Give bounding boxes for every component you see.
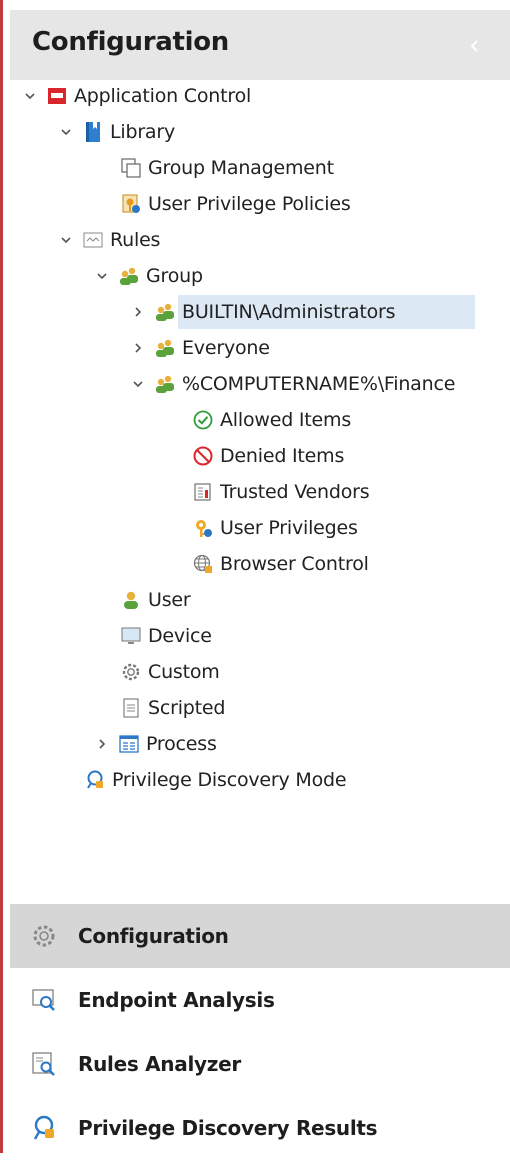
chevron-down-icon[interactable] [58, 232, 74, 248]
tree-item-rules[interactable]: Rules [58, 222, 160, 258]
tree-item-label: Group Management [148, 157, 334, 179]
left-accent-border [0, 0, 3, 1153]
process-window-icon [118, 733, 140, 755]
endpoint-analysis-icon [30, 986, 58, 1014]
tree-item-label: User Privilege Policies [148, 193, 351, 215]
tree-item-label: Process [146, 733, 217, 755]
configuration-gear-icon [30, 922, 58, 950]
tree-item-label: Allowed Items [220, 409, 352, 431]
tree-item-browser-control[interactable]: Browser Control [168, 546, 369, 582]
tree-item-process[interactable]: Process [94, 726, 217, 762]
panel-header: Configuration [10, 10, 510, 80]
collapse-panel-button[interactable] [468, 38, 482, 52]
tree-item-device[interactable]: Device [96, 618, 212, 654]
nav-configuration[interactable]: Configuration [10, 904, 510, 968]
denied-icon [192, 445, 214, 467]
group-management-icon [120, 157, 142, 179]
tree-item-user-privileges[interactable]: User Privileges [168, 510, 358, 546]
tree-item-label: Denied Items [220, 445, 345, 467]
group-users-icon [154, 337, 176, 359]
custom-gear-icon [120, 661, 142, 683]
tree-item-custom[interactable]: Custom [96, 654, 220, 690]
nav-label: Rules Analyzer [78, 1052, 241, 1076]
panel-title: Configuration [32, 27, 229, 57]
tree-item-everyone[interactable]: Everyone [130, 330, 270, 366]
nav-label: Privilege Discovery Results [78, 1116, 378, 1140]
tree-item-denied-items[interactable]: Denied Items [168, 438, 344, 474]
user-privilege-policy-icon [120, 193, 142, 215]
trusted-vendors-icon [192, 481, 214, 503]
tree-item-label: Library [110, 121, 176, 143]
tree-item-allowed-items[interactable]: Allowed Items [168, 402, 351, 438]
device-monitor-icon [120, 625, 142, 647]
tree-item-label: Browser Control [220, 553, 369, 575]
tree-item-label: Rules [110, 229, 161, 251]
tree-item-label: Scripted [148, 697, 226, 719]
nav-privilege-discovery-results[interactable]: Privilege Discovery Results [10, 1096, 510, 1160]
tree-item-trusted-vendors[interactable]: Trusted Vendors [168, 474, 370, 510]
tree-item-label: BUILTIN\Administrators [178, 295, 476, 329]
nav-endpoint-analysis[interactable]: Endpoint Analysis [10, 968, 510, 1032]
chevron-right-icon[interactable] [130, 340, 146, 356]
tree-item-label: User Privileges [220, 517, 358, 539]
tree-item-privilege-discovery-mode[interactable]: Privilege Discovery Mode [60, 762, 347, 798]
user-icon [120, 589, 142, 611]
nav-label: Endpoint Analysis [78, 988, 275, 1012]
tree-item-label: Custom [148, 661, 220, 683]
chevron-down-icon[interactable] [130, 376, 146, 392]
tree-item-label: Privilege Discovery Mode [112, 769, 347, 791]
nav-label: Configuration [78, 924, 229, 948]
rules-analyzer-icon [30, 1050, 58, 1078]
tree-item-label: Group [146, 265, 203, 287]
tree-item-label: User [148, 589, 191, 611]
tree-item-label: Everyone [182, 337, 270, 359]
chevron-left-icon [470, 40, 478, 52]
tree-item-label: Trusted Vendors [220, 481, 370, 503]
tree-item-user[interactable]: User [96, 582, 191, 618]
group-users-icon [154, 301, 176, 323]
chevron-down-icon[interactable] [58, 124, 74, 140]
chevron-right-icon[interactable] [94, 736, 110, 752]
tree-item-label: %COMPUTERNAME%\Finance [182, 373, 456, 395]
tree-item-label: Device [148, 625, 212, 647]
tree-item-scripted[interactable]: Scripted [96, 690, 225, 726]
nav-rules-analyzer[interactable]: Rules Analyzer [10, 1032, 510, 1096]
allowed-check-icon [192, 409, 214, 431]
chevron-down-icon[interactable] [22, 88, 38, 104]
privilege-discovery-results-icon [30, 1114, 58, 1142]
tree-item-application-control[interactable]: Application Control [22, 78, 251, 114]
privilege-discovery-icon [84, 769, 106, 791]
rules-icon [82, 229, 104, 251]
tree-item-group-management[interactable]: Group Management [96, 150, 334, 186]
scripted-document-icon [120, 697, 142, 719]
library-book-icon [82, 121, 104, 143]
tree-item-computername-finance[interactable]: %COMPUTERNAME%\Finance [130, 366, 455, 402]
tree-item-label: Application Control [74, 85, 252, 107]
tree-item-group[interactable]: Group [94, 258, 203, 294]
group-users-icon [118, 265, 140, 287]
group-users-icon [154, 373, 176, 395]
chevron-down-icon[interactable] [94, 268, 110, 284]
user-privileges-key-icon [192, 517, 214, 539]
tree-item-user-privilege-policies[interactable]: User Privilege Policies [96, 186, 351, 222]
tree-item-library[interactable]: Library [58, 114, 175, 150]
chevron-right-icon[interactable] [130, 304, 146, 320]
tree-item-builtin-administrators[interactable]: BUILTIN\Administrators [130, 294, 510, 330]
app-control-icon [46, 85, 68, 107]
browser-globe-icon [192, 553, 214, 575]
